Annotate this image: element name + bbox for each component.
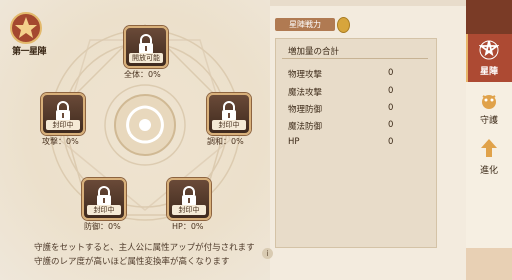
slot-top[interactable]: 開放可能 xyxy=(124,26,168,68)
slot-status: 封印中 xyxy=(87,205,121,215)
stat-value: 0 xyxy=(388,137,394,147)
panel-header: 星陣戦力 xyxy=(275,18,335,31)
info-icon[interactable]: i xyxy=(262,248,273,259)
stat-name: 魔法防御 xyxy=(288,122,323,132)
slot-right[interactable]: 封印中 xyxy=(207,93,251,135)
stat-name: 魔法攻撃 xyxy=(288,88,323,98)
slot-stat: 全体：0% xyxy=(124,70,161,79)
slot-stat: HP：0% xyxy=(172,222,204,231)
stat-value: 0 xyxy=(388,120,394,130)
slot-stat: 調和：0% xyxy=(207,137,244,146)
slot-status: 封印中 xyxy=(212,120,246,130)
stat-value: 0 xyxy=(388,103,394,113)
slot-bottom-left[interactable]: 封印中 xyxy=(82,178,126,220)
panel-title: 増加量の合計 xyxy=(288,47,340,57)
stat-value: 0 xyxy=(388,68,394,78)
tab-label[interactable]: 守護 xyxy=(466,113,512,126)
star-array-icon xyxy=(479,40,499,60)
star-array-name: 第一星陣 xyxy=(11,47,47,57)
tab-label[interactable]: 進化 xyxy=(466,163,512,176)
slot-status: 封印中 xyxy=(46,120,80,130)
hint-text: 守護をセットすると、主人公に属性アップが付与されます xyxy=(34,243,255,253)
evolve-arrow-icon[interactable] xyxy=(480,138,498,158)
power-coin-icon xyxy=(337,17,350,33)
stat-name: 物理防御 xyxy=(288,105,323,115)
rail-top-decoration xyxy=(466,0,512,34)
hint-text: 守護のレア度が高いほど属性変換率が高くなります xyxy=(34,257,230,267)
slot-stat: 防御：0% xyxy=(84,222,121,231)
tab-label: 星陣 xyxy=(479,67,498,77)
slot-status: 開放可能 xyxy=(129,53,163,63)
slot-bottom-right[interactable]: 封印中 xyxy=(167,178,211,220)
slot-stat: 攻撃：0% xyxy=(42,137,79,146)
rail-bottom-decoration xyxy=(466,248,512,280)
divider xyxy=(282,58,428,59)
guardian-icon[interactable] xyxy=(480,92,498,110)
stat-name: 物理攻撃 xyxy=(288,70,323,80)
stat-name: HP xyxy=(288,137,300,147)
slot-left[interactable]: 封印中 xyxy=(41,93,85,135)
slot-status: 封印中 xyxy=(172,205,206,215)
stat-value: 0 xyxy=(388,86,394,96)
